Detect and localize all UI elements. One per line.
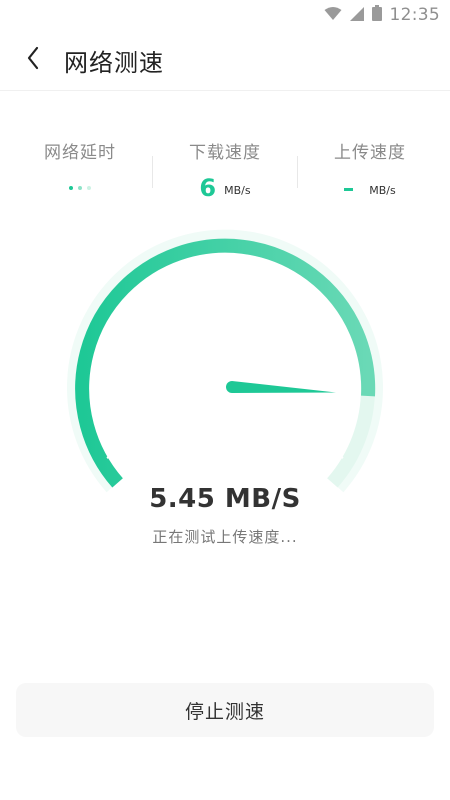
upload-unit: MB/s xyxy=(369,183,396,197)
battery-icon xyxy=(371,5,382,25)
download-label: 下载速度 xyxy=(189,143,261,163)
gauge-halo xyxy=(67,229,383,493)
latency-label: 网络延时 xyxy=(44,143,116,163)
gauge-tick xyxy=(106,451,117,459)
download-value: 6 xyxy=(199,174,217,202)
gauge-ticks xyxy=(106,261,344,459)
wifi-icon xyxy=(324,6,342,25)
upload-value xyxy=(344,187,354,191)
status-time: 12:35 xyxy=(389,5,440,25)
gauge-tick xyxy=(333,451,344,459)
speed-gauge xyxy=(0,220,450,520)
status-icons: 12:35 xyxy=(324,5,441,25)
test-status: 正在测试上传速度... xyxy=(152,528,298,546)
gauge-progress xyxy=(75,238,376,488)
upload-label: 上传速度 xyxy=(334,143,406,163)
stop-test-button[interactable]: 停止测速 xyxy=(16,683,434,737)
stats-row: 网络延时 下载速度 6 MB/s 上传速度 MB/s xyxy=(0,138,450,208)
status-bar: 12:35 xyxy=(0,0,450,30)
page-title: 网络测速 xyxy=(64,49,164,77)
download-unit: MB/s xyxy=(224,183,251,197)
current-speed: 5.45 MB/S xyxy=(149,484,301,514)
chevron-left-icon xyxy=(26,46,40,74)
gauge-tick xyxy=(115,326,127,334)
upload-stat: 上传速度 MB/s xyxy=(295,138,445,203)
back-button[interactable] xyxy=(18,44,48,76)
gauge-tick xyxy=(323,326,335,334)
gauge-needle xyxy=(226,381,336,393)
loading-dots-icon xyxy=(69,186,91,190)
download-stat: 下载速度 6 MB/s xyxy=(150,138,300,203)
header: 网络测速 xyxy=(0,30,450,91)
latency-stat: 网络延时 xyxy=(5,138,155,203)
signal-icon xyxy=(349,6,364,25)
